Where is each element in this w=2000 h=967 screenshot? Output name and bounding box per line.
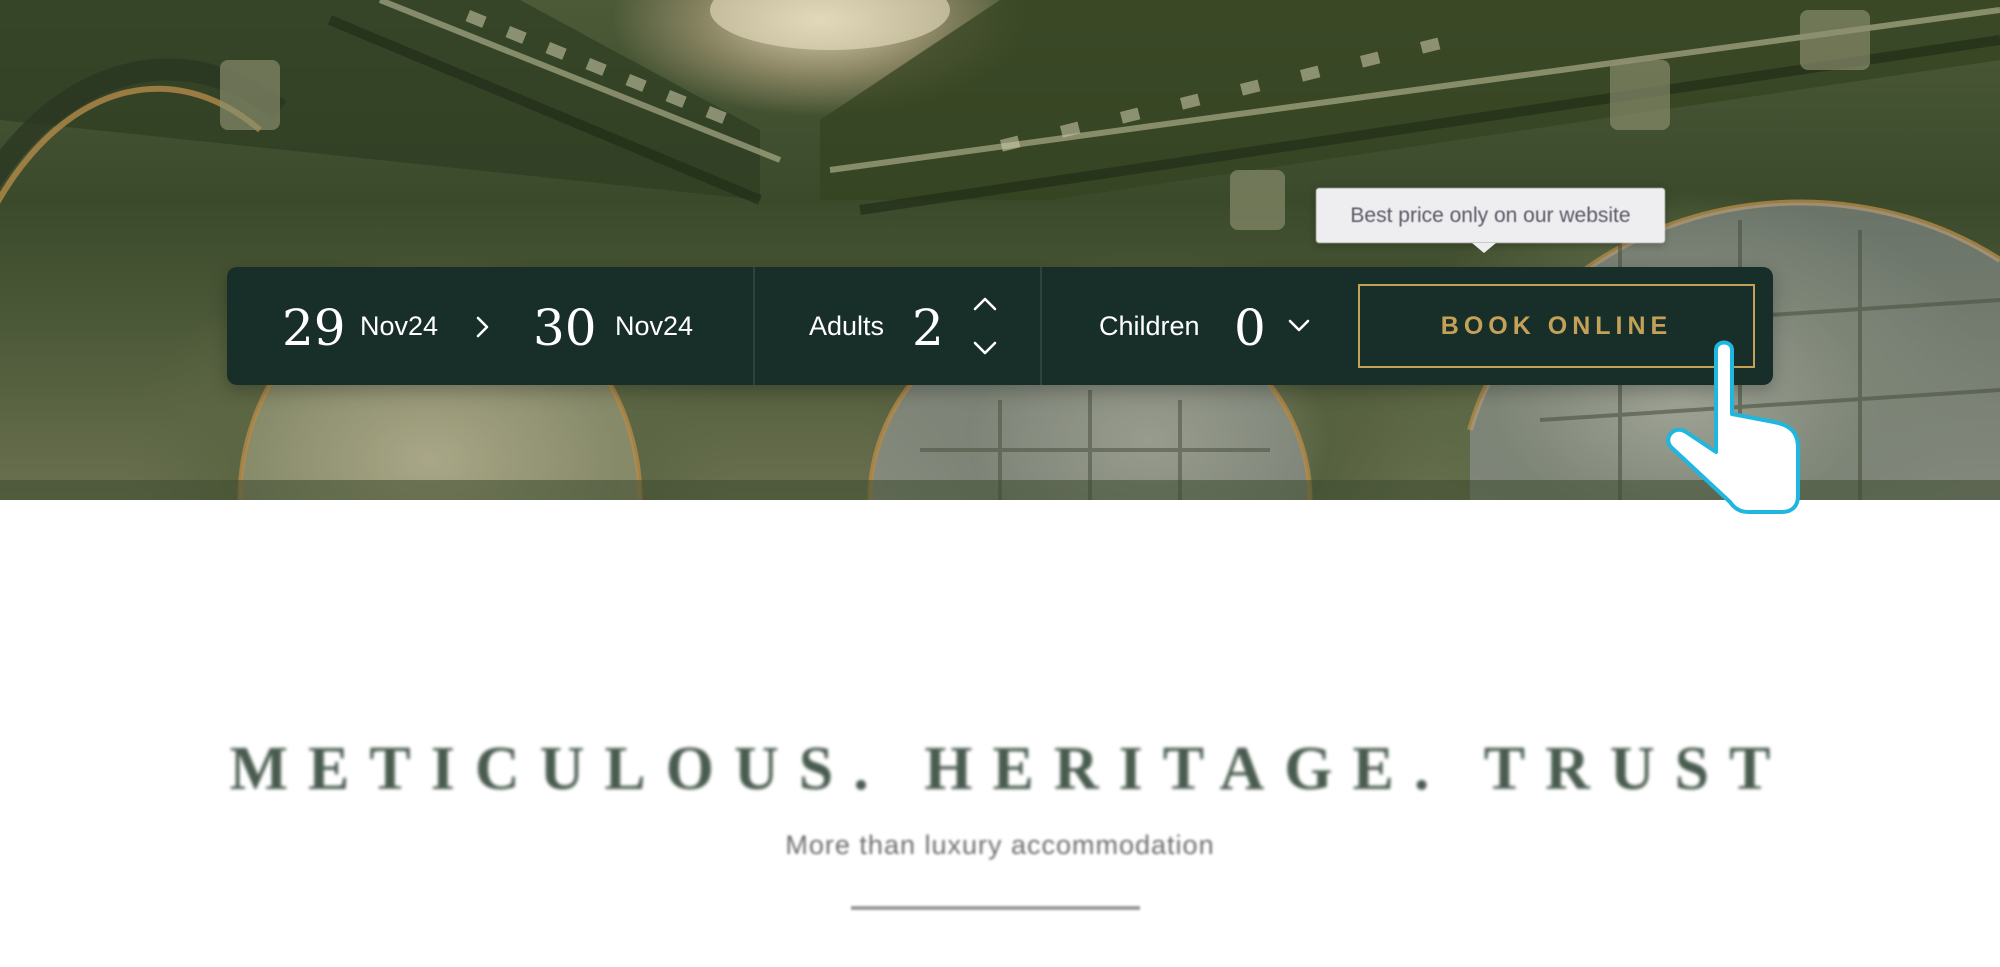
hand-pointer-icon [1666,340,1800,514]
checkin-month[interactable]: Nov24 [360,313,438,340]
page-headline: METICULOUS. HERITAGE. TRUST [229,735,1791,803]
children-label: Children [1099,311,1200,341]
headline-divider [851,906,1140,910]
page: Best price only on our website 29 Nov24 … [0,0,2000,967]
divider [1040,267,1042,385]
tooltip-arrow [1472,243,1496,253]
booking-bar: 29 Nov24 30 Nov24 Adults 2 Children 0 BO… [227,267,1773,385]
chevron-up-icon[interactable] [971,293,999,315]
page-subheadline: More than luxury accommodation [785,830,1215,860]
divider [753,267,755,385]
best-price-tooltip: Best price only on our website [1316,188,1665,243]
chevron-right-icon [476,316,489,338]
chevron-down-icon[interactable] [1285,315,1313,337]
checkout-month[interactable]: Nov24 [615,313,693,340]
checkout-day[interactable]: 30 [533,303,597,353]
adults-value: 2 [912,299,944,357]
checkin-day[interactable]: 29 [282,303,346,353]
chevron-down-icon[interactable] [971,337,999,359]
children-value[interactable]: 0 [1234,303,1266,353]
adults-label: Adults [809,311,885,341]
